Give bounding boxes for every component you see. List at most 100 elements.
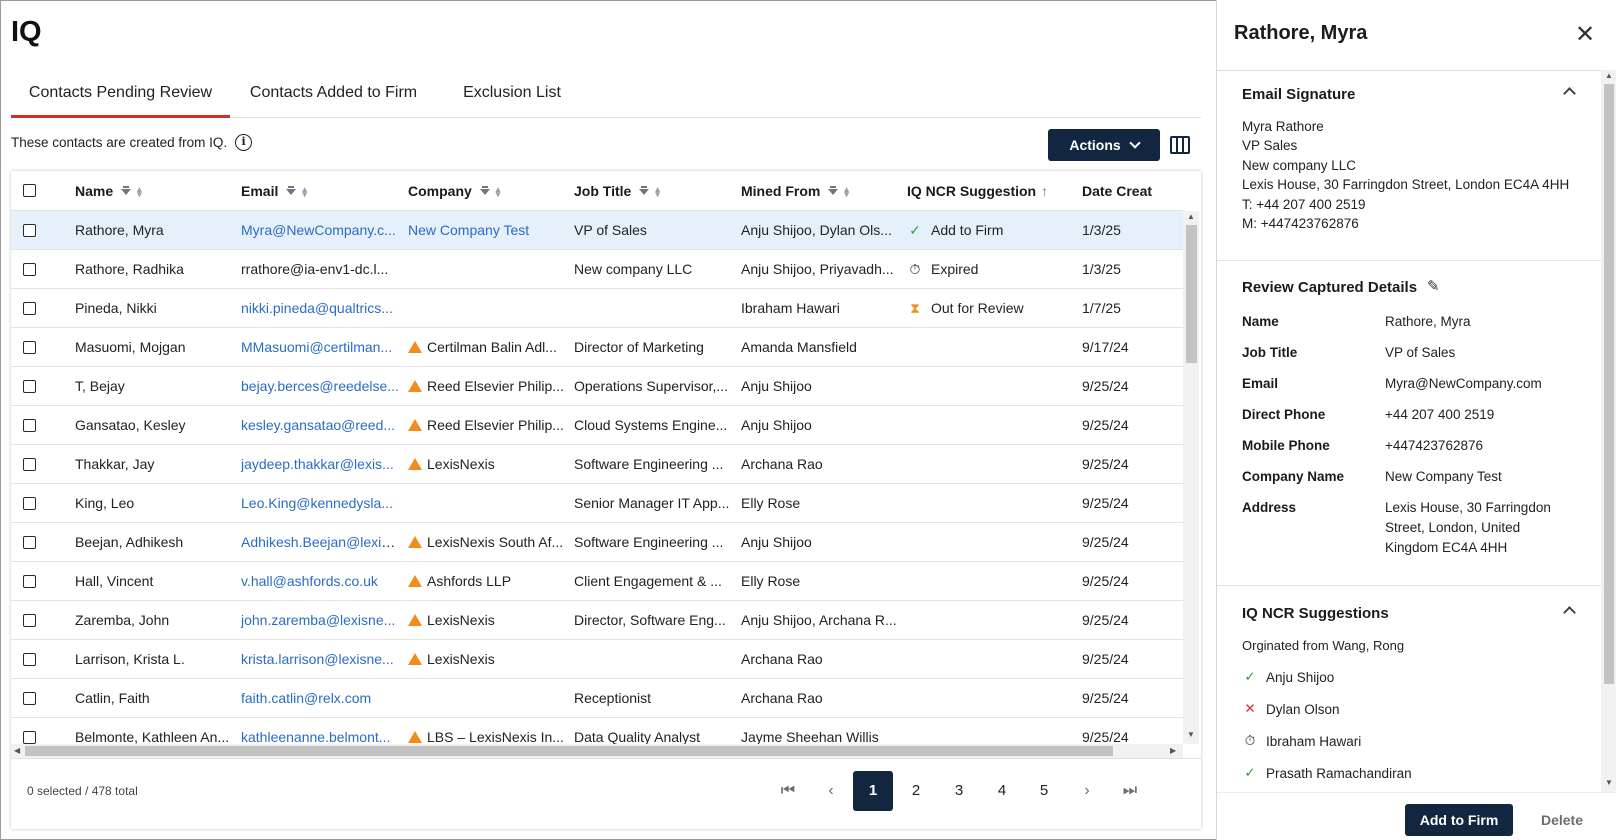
- sort-icon[interactable]: ▴ ▾: [655, 185, 661, 199]
- table-row[interactable]: Rathore, Myra Myra@NewCompany.c... New Com…: [11, 211, 1183, 250]
- page-button-3[interactable]: 3: [939, 771, 979, 811]
- row-checkbox[interactable]: [23, 692, 36, 705]
- table-row[interactable]: Belmonte, Kathleen An... kathleenanne.bel…: [11, 718, 1183, 744]
- email-link[interactable]: v.hall@ashfords.co.uk: [241, 573, 378, 589]
- email-link[interactable]: krista.larrison@lexisne...: [241, 651, 394, 667]
- tab-contacts-pending-review[interactable]: Contacts Pending Review: [11, 70, 230, 118]
- table-row[interactable]: Zaremba, John john.zaremba@lexisne... Lexi…: [11, 601, 1183, 640]
- page-button-1[interactable]: 1: [853, 771, 893, 811]
- filter-icon[interactable]: [639, 186, 650, 196]
- chevron-up-icon[interactable]: [1563, 87, 1576, 100]
- row-checkbox[interactable]: [23, 380, 36, 393]
- email-link[interactable]: Adhikesh.Beejan@lexis...: [241, 534, 399, 550]
- row-checkbox[interactable]: [23, 653, 36, 666]
- table-row[interactable]: T, Bejay bejay.berces@reedelse... Reed Els…: [11, 367, 1183, 406]
- filter-icon[interactable]: [479, 186, 490, 196]
- table-row[interactable]: Thakkar, Jay jaydeep.thakkar@lexis... Lexi…: [11, 445, 1183, 484]
- sort-icon[interactable]: ▴ ▾: [496, 185, 502, 199]
- row-checkbox[interactable]: [23, 263, 36, 276]
- email-link[interactable]: nikki.pineda@qualtrics...: [241, 300, 393, 316]
- next-page-icon[interactable]: ›: [1067, 771, 1107, 811]
- email-link[interactable]: Myra@NewCompany.c...: [241, 222, 396, 238]
- column-header-mined-from[interactable]: Mined From ▴ ▾: [741, 171, 901, 211]
- table-row[interactable]: Rathore, Radhika rrathore@ia-env1-dc.l...…: [11, 250, 1183, 289]
- filter-icon[interactable]: [121, 186, 132, 196]
- page-button-4[interactable]: 4: [982, 771, 1022, 811]
- scroll-down-arrow-icon[interactable]: ▼: [1605, 778, 1613, 787]
- scroll-thumb[interactable]: [1604, 84, 1614, 684]
- scroll-thumb[interactable]: [25, 746, 1113, 756]
- table-vertical-scrollbar[interactable]: ▲ ▼: [1183, 211, 1199, 744]
- previous-page-icon[interactable]: ‹: [811, 771, 851, 811]
- scroll-down-arrow-icon[interactable]: ▼: [1187, 730, 1195, 739]
- actions-button[interactable]: Actions: [1048, 129, 1160, 161]
- sort-icon[interactable]: ▴ ▾: [844, 185, 850, 199]
- page-button-2[interactable]: 2: [896, 771, 936, 811]
- row-checkbox[interactable]: [23, 341, 36, 354]
- table-row[interactable]: Larrison, Krista L. krista.larrison@lexis…: [11, 640, 1183, 679]
- sort-ascending-icon[interactable]: ↑: [1041, 183, 1048, 199]
- email-link[interactable]: kesley.gansatao@reed...: [241, 417, 395, 433]
- columns-icon[interactable]: [1170, 136, 1190, 154]
- company-name[interactable]: New Company Test: [408, 222, 529, 238]
- signature-line: M: +447423762876: [1242, 216, 1359, 231]
- chevron-up-icon[interactable]: [1563, 606, 1576, 619]
- page-button-5[interactable]: 5: [1024, 771, 1064, 811]
- column-header-job-title[interactable]: Job Title ▴ ▾: [574, 171, 734, 211]
- scroll-up-arrow-icon[interactable]: ▲: [1187, 212, 1195, 221]
- row-checkbox[interactable]: [23, 458, 36, 471]
- column-header-name[interactable]: Name ▴ ▾: [75, 171, 235, 211]
- table-row[interactable]: King, Leo Leo.King@kennedysla... Senior Ma…: [11, 484, 1183, 523]
- email-link[interactable]: MMasuomi@certilman...: [241, 339, 392, 355]
- email-link[interactable]: Leo.King@kennedysla...: [241, 495, 393, 511]
- sort-icon[interactable]: ▴ ▾: [302, 185, 308, 199]
- row-checkbox[interactable]: [23, 731, 36, 744]
- table-horizontal-scrollbar[interactable]: ◀ ▶: [11, 744, 1183, 758]
- table-row[interactable]: Pineda, Nikki nikki.pineda@qualtrics... Ib…: [11, 289, 1183, 328]
- email-link[interactable]: jaydeep.thakkar@lexis...: [241, 456, 394, 472]
- row-checkbox[interactable]: [23, 614, 36, 627]
- panel-vertical-scrollbar[interactable]: ▲ ▼: [1601, 70, 1616, 792]
- scroll-right-arrow-icon[interactable]: ▶: [1170, 746, 1176, 755]
- table-row[interactable]: Catlin, Faith faith.catlin@relx.com Recept…: [11, 679, 1183, 718]
- table-row[interactable]: Masuomi, Mojgan MMasuomi@certilman... Cert…: [11, 328, 1183, 367]
- company-name-link[interactable]: New Company Test: [1385, 467, 1585, 487]
- column-header-email[interactable]: Email ▴ ▾: [241, 171, 401, 211]
- filter-icon[interactable]: [286, 186, 297, 196]
- cell-suggestion: [907, 640, 1075, 679]
- column-header-company[interactable]: Company ▴ ▾: [408, 171, 568, 211]
- email-link[interactable]: john.zaremba@lexisne...: [241, 612, 395, 628]
- row-checkbox[interactable]: [23, 224, 36, 237]
- scroll-up-arrow-icon[interactable]: ▲: [1605, 71, 1613, 80]
- row-checkbox[interactable]: [23, 419, 36, 432]
- table-row[interactable]: Beejan, Adhikesh Adhikesh.Beejan@lexis...…: [11, 523, 1183, 562]
- close-icon[interactable]: ✕: [1575, 20, 1595, 49]
- scroll-thumb[interactable]: [1186, 225, 1197, 363]
- tab-contacts-added-to-firm[interactable]: Contacts Added to Firm: [230, 70, 437, 118]
- column-header-iq-ncr-suggestion[interactable]: IQ NCR Suggestion ↑: [907, 171, 1075, 211]
- email-link[interactable]: bejay.berces@reedelse...: [241, 378, 399, 394]
- email-link[interactable]: kathleenanne.belmont...: [241, 729, 390, 744]
- field-value: Rathore, Myra: [1385, 314, 1471, 329]
- delete-button[interactable]: Delete: [1537, 804, 1587, 836]
- first-page-icon[interactable]: ⏮: [768, 771, 808, 811]
- row-checkbox[interactable]: [23, 302, 36, 315]
- row-checkbox[interactable]: [23, 575, 36, 588]
- email-link[interactable]: faith.catlin@relx.com: [241, 690, 371, 706]
- sort-icon[interactable]: ▴ ▾: [137, 185, 143, 199]
- row-checkbox[interactable]: [23, 497, 36, 510]
- select-all-checkbox[interactable]: [23, 184, 36, 197]
- add-to-firm-button[interactable]: Add to Firm: [1405, 804, 1513, 836]
- scroll-left-arrow-icon[interactable]: ◀: [14, 746, 20, 755]
- filter-icon[interactable]: [828, 186, 839, 196]
- table-row[interactable]: Hall, Vincent v.hall@ashfords.co.uk Ashfor…: [11, 562, 1183, 601]
- info-icon[interactable]: i: [235, 134, 253, 151]
- origin-text: Orginated from Wang, Rong: [1242, 638, 1405, 653]
- tab-exclusion-list[interactable]: Exclusion List: [437, 70, 587, 118]
- edit-pencil-icon[interactable]: ✎: [1427, 277, 1440, 295]
- row-checkbox[interactable]: [23, 536, 36, 549]
- column-header-date-created[interactable]: Date Creat: [1082, 171, 1183, 211]
- last-page-icon[interactable]: ⏭: [1110, 771, 1150, 811]
- check-icon: ✓: [1244, 765, 1256, 780]
- table-row[interactable]: Gansatao, Kesley kesley.gansatao@reed... R…: [11, 406, 1183, 445]
